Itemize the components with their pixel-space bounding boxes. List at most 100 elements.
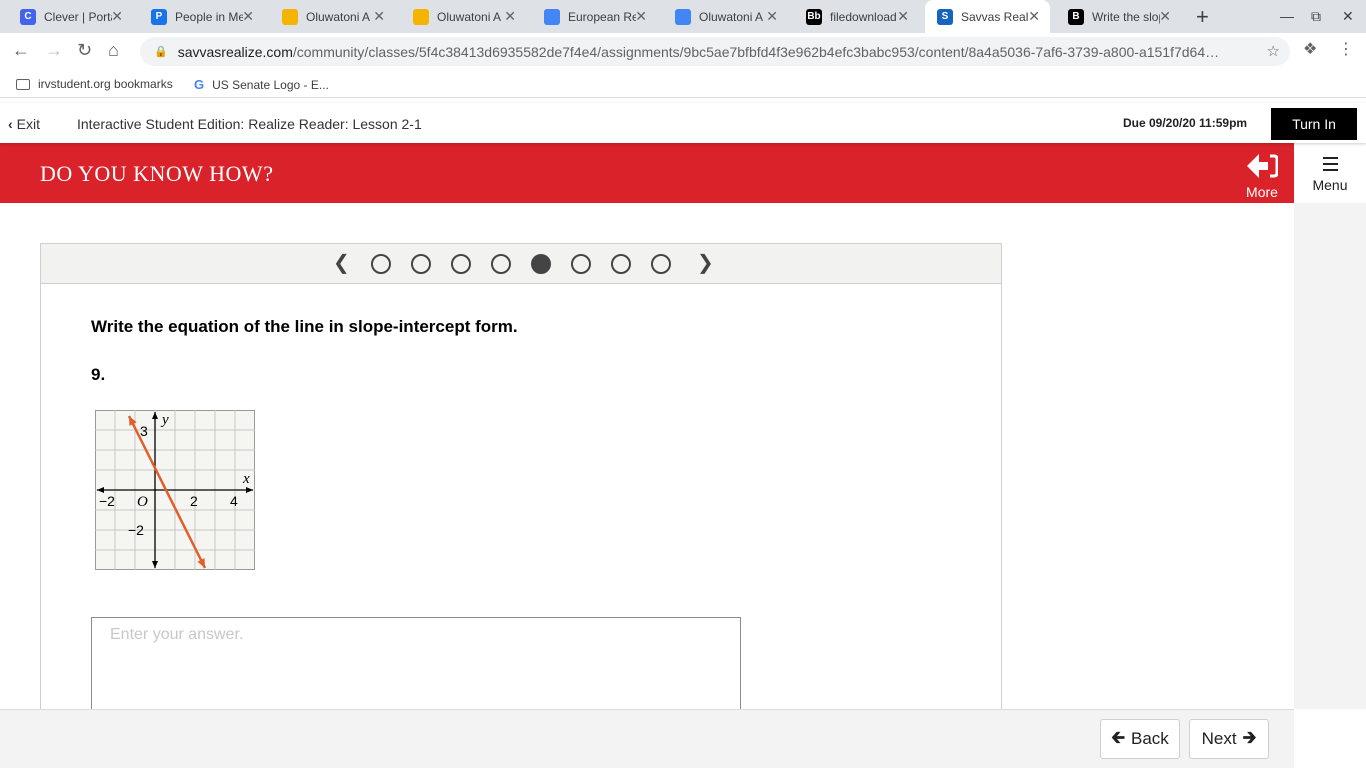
bookmark-label: irvstudent.org bookmarks <box>38 77 173 91</box>
close-window-icon[interactable]: ✕ <box>1342 8 1354 25</box>
more-label: More <box>1246 184 1278 200</box>
chevron-left-icon: ‹ <box>8 116 13 132</box>
browser-tab-title: People in Me <box>175 9 243 24</box>
lesson-title: Interactive Student Edition: Realize Rea… <box>77 116 422 132</box>
menu-button[interactable]: Menu <box>1294 143 1366 203</box>
star-icon[interactable]: ☆ <box>1267 42 1280 60</box>
browser-tab[interactable]: Oluwatoni A ✕ <box>401 0 526 33</box>
browser-tab[interactable]: C Clever | Portal✕ <box>8 0 133 33</box>
x-tick-label: 4 <box>230 493 238 509</box>
close-tab-icon[interactable]: ✕ <box>111 9 123 23</box>
google-icon: G <box>194 77 205 92</box>
lock-icon: 🔒 <box>154 46 168 58</box>
close-tab-icon[interactable]: ✕ <box>635 9 647 23</box>
page-dot[interactable] <box>651 254 671 274</box>
restore-icon[interactable]: ⧉ <box>1311 8 1321 25</box>
answer-input[interactable]: Enter your answer. <box>91 617 741 717</box>
forward-arrow-icon[interactable]: → <box>45 41 63 59</box>
savvas-icon: S <box>937 8 953 25</box>
home-icon[interactable]: ⌂ <box>108 41 119 59</box>
more-button[interactable]: More <box>1242 153 1282 200</box>
next-button[interactable]: Next 🡲 <box>1189 719 1269 759</box>
back-arrow-icon[interactable]: ← <box>12 41 30 59</box>
address-bar[interactable]: 🔒 savvasrealize.com/community/classes/5f… <box>140 37 1290 66</box>
browser-tab[interactable]: European Re ✕ <box>532 0 657 33</box>
close-tab-icon[interactable]: ✕ <box>504 9 516 23</box>
browser-tab-strip: + — ⧉ ✕ CClever | Portal✕PPeople in Me✕O… <box>0 0 1366 33</box>
arrow-right-icon: 🡲 <box>1242 727 1257 747</box>
url-path: /community/classes/5f4c38413d6935582de7f… <box>292 43 1220 60</box>
browser-tab[interactable]: B Write the slope✕ <box>1056 0 1181 33</box>
question-prompt: Write the equation of the line in slope-… <box>91 317 518 336</box>
turn-in-button[interactable]: Turn In <box>1271 108 1357 140</box>
page-dot[interactable] <box>451 254 471 274</box>
more-vertical-icon[interactable]: ⋮ <box>1338 41 1354 59</box>
extensions-icon[interactable]: ❖ <box>1303 41 1317 59</box>
browser-tab-title: Savvas Realize <box>961 9 1029 24</box>
browser-tab-title: Write the slope <box>1092 9 1160 24</box>
next-question-chevron-icon[interactable]: ❯ <box>697 252 714 274</box>
minimize-icon[interactable]: — <box>1280 8 1294 24</box>
menu-label: Menu <box>1312 177 1348 193</box>
question-card: ❮ ❯ Write the equation of the line in sl… <box>40 243 1002 723</box>
x-tick-label: 2 <box>190 493 198 509</box>
bookmark-us-senate[interactable]: G US Senate Logo - E... <box>194 77 329 92</box>
browser-tab[interactable]: P People in Me ✕ <box>139 0 264 33</box>
browser-tab[interactable]: Oluwatoni A ✕ <box>270 0 395 33</box>
origin-label: O <box>137 494 148 510</box>
app-header: ‹ Exit Interactive Student Edition: Reali… <box>0 103 1366 143</box>
question-number: 9. <box>91 365 106 384</box>
page-dot[interactable] <box>411 254 431 274</box>
arrow-left-icon: 🡰 <box>1111 727 1125 747</box>
browser-tab-title: Oluwatoni A <box>699 9 764 24</box>
back-button[interactable]: 🡰 Back <box>1100 719 1180 759</box>
question-pager: ❮ ❯ <box>41 244 1001 284</box>
close-tab-icon[interactable]: ✕ <box>373 9 385 23</box>
next-label: Next <box>1201 729 1237 748</box>
close-tab-icon[interactable]: ✕ <box>1159 9 1171 23</box>
bookmarks-bar: irvstudent.org bookmarks G US Senate Log… <box>0 70 1366 98</box>
page-dot[interactable] <box>531 254 551 274</box>
banner-title: DO YOU KNOW HOW? <box>40 161 274 186</box>
hamburger-icon <box>1322 157 1338 171</box>
slides-icon <box>282 8 298 25</box>
close-tab-icon[interactable]: ✕ <box>242 9 254 23</box>
coordinate-graph: x y O −2 2 4 3 −2 <box>95 410 255 570</box>
page-dot[interactable] <box>611 254 631 274</box>
docs-icon <box>675 8 691 25</box>
close-tab-icon[interactable]: ✕ <box>766 9 778 23</box>
browser-tab[interactable]: Bb filedownload ✕ <box>794 0 919 33</box>
clever-icon: C <box>20 8 36 25</box>
browser-tab-title: European Re <box>568 9 636 24</box>
back-label: Back <box>1130 729 1169 748</box>
new-tab-button[interactable]: + <box>1196 4 1209 30</box>
url-host: savvasrealize.com <box>177 43 293 60</box>
docs-icon <box>544 8 560 25</box>
close-tab-icon[interactable]: ✕ <box>897 9 909 23</box>
slides-icon <box>413 8 429 25</box>
footer-bar: 🡰 Back Next 🡲 <box>0 709 1294 768</box>
exit-button[interactable]: ‹ Exit <box>8 116 40 132</box>
page-dot[interactable] <box>371 254 391 274</box>
x-axis-label: x <box>242 471 250 487</box>
right-rail <box>1294 203 1366 709</box>
y-tick-label: 3 <box>140 423 148 439</box>
browser-tab[interactable]: S Savvas Realize✕ <box>925 0 1050 33</box>
prev-question-chevron-icon[interactable]: ❮ <box>333 252 350 274</box>
reload-icon[interactable]: ↻ <box>77 41 92 59</box>
brainly-icon: B <box>1068 8 1084 25</box>
browser-tab-title: Oluwatoni A <box>437 9 502 24</box>
browser-tab-title: filedownload <box>830 9 897 24</box>
due-date: Due 09/20/20 11:59pm <box>1123 116 1248 130</box>
section-banner: DO YOU KNOW HOW? More <box>0 143 1294 203</box>
close-tab-icon[interactable]: ✕ <box>1028 9 1040 23</box>
folder-icon <box>16 78 30 90</box>
page-dot[interactable] <box>491 254 511 274</box>
browser-tab[interactable]: Oluwatoni A ✕ <box>663 0 788 33</box>
page-dot[interactable] <box>571 254 591 274</box>
bookmark-irvstudent[interactable]: irvstudent.org bookmarks <box>16 77 173 91</box>
bookmark-label: US Senate Logo - E... <box>212 77 329 92</box>
browser-toolbar: ← → ↻ ⌂ 🔒 savvasrealize.com/community/cl… <box>0 33 1366 70</box>
y-tick-label: −2 <box>128 522 144 538</box>
y-axis-label: y <box>160 412 169 428</box>
